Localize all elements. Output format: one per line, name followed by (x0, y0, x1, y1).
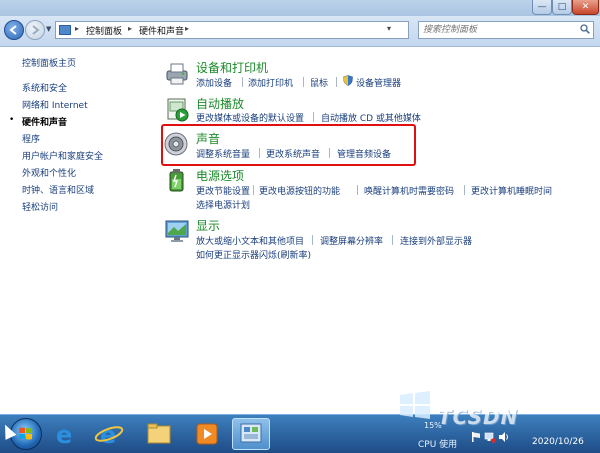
sidebar-item-appearance[interactable]: 外观和个性化 (22, 166, 76, 179)
link-device-manager[interactable]: 设备管理器 (356, 76, 401, 89)
media-player-icon (196, 423, 218, 445)
link-change-power-saving[interactable]: 更改节能设置 (196, 184, 250, 197)
link-fix-flicker[interactable]: 如何更正显示器闪烁(刷新率) (196, 248, 311, 261)
control-panel-icon (240, 423, 262, 443)
chevron-down-icon[interactable]: ▾ (387, 24, 391, 33)
category-title-devices-printers[interactable]: 设备和打印机 (196, 59, 268, 76)
arrow-right-icon (32, 25, 40, 35)
printer-icon[interactable] (164, 60, 190, 86)
link-change-sleep-time[interactable]: 更改计算机睡眠时间 (471, 184, 552, 197)
cpu-percent: 15% (424, 421, 442, 430)
clock-date[interactable]: 2020/10/26 (532, 437, 584, 447)
battery-icon[interactable] (164, 167, 190, 193)
bullet-icon: • (9, 115, 15, 125)
minimize-button[interactable]: — (532, 0, 552, 15)
chevron-right-icon[interactable]: ▸ (75, 24, 79, 33)
link-adjust-resolution[interactable]: 调整屏幕分辨率 (320, 234, 383, 247)
chevron-right-icon[interactable]: ▸ (128, 24, 132, 33)
sidebar-item-home[interactable]: 控制面板主页 (22, 56, 76, 69)
watermark-brand: TCSDN (438, 405, 519, 429)
sidebar-item-system-security[interactable]: 系统和安全 (22, 81, 67, 94)
sidebar-item-user-accounts[interactable]: 用户帐户和家庭安全 (22, 149, 103, 162)
maximize-button[interactable]: □ (552, 0, 572, 15)
highlight-box (161, 124, 416, 166)
taskbar-media-player[interactable] (188, 418, 226, 450)
search-box (418, 21, 594, 39)
category-title-autoplay[interactable]: 自动播放 (196, 95, 244, 112)
autoplay-icon[interactable] (164, 96, 190, 122)
link-divider (253, 185, 254, 195)
back-button[interactable] (4, 20, 24, 40)
sidebar-item-clock-region[interactable]: 时钟、语言和区域 (22, 183, 94, 196)
chevron-right-icon[interactable]: ▸ (185, 24, 189, 33)
link-add-printer[interactable]: 添加打印机 (248, 76, 293, 89)
taskbar-control-panel[interactable] (232, 418, 270, 450)
sidebar: 控制面板主页 系统和安全 网络和 Internet • 硬件和声音 程序 用户帐… (0, 47, 150, 400)
breadcrumb-hardware-sound[interactable]: 硬件和声音 (139, 24, 184, 37)
link-change-media-defaults[interactable]: 更改媒体或设备的默认设置 (196, 111, 304, 124)
recent-pages-dropdown[interactable]: ▼ (46, 25, 51, 33)
network-icon[interactable] (484, 431, 496, 443)
taskbar-ie[interactable]: e (90, 418, 128, 450)
category-title-power-options[interactable]: 电源选项 (196, 167, 244, 184)
folder-icon (147, 423, 171, 444)
link-divider (464, 185, 465, 195)
link-power-button-function[interactable]: 更改电源按钮的功能 (259, 184, 340, 197)
internet-explorer-icon: e (94, 421, 124, 449)
link-divider (357, 185, 358, 195)
cpu-label: CPU 使用 (418, 440, 458, 450)
control-panel-icon (59, 25, 71, 35)
sidebar-item-ease-of-access[interactable]: 轻松访问 (22, 200, 58, 213)
arrow-left-icon (9, 25, 17, 35)
svg-text:e: e (100, 421, 116, 449)
taskbar-explorer[interactable] (140, 418, 178, 450)
link-divider (303, 77, 304, 87)
link-add-device[interactable]: 添加设备 (196, 76, 232, 89)
navigation-bar: ▼ ▸ 控制面板 ▸ 硬件和声音 ▸ ▾ ⟳ (0, 16, 600, 47)
search-icon[interactable] (580, 24, 590, 34)
breadcrumb-control-panel[interactable]: 控制面板 (86, 24, 122, 37)
link-mouse[interactable]: 鼠标 (310, 76, 328, 89)
link-autoplay-cd[interactable]: 自动播放 CD 或其他媒体 (321, 111, 421, 124)
link-connect-external-display[interactable]: 连接到外部显示器 (400, 234, 472, 247)
taskbar-ie-pinned[interactable]: e (46, 418, 84, 450)
volume-icon[interactable] (498, 431, 510, 443)
link-resize-text[interactable]: 放大或缩小文本和其他项目 (196, 234, 304, 247)
link-divider (312, 235, 313, 245)
link-divider (242, 77, 243, 87)
forward-button[interactable] (25, 20, 45, 40)
control-panel-window: — □ ✕ ▼ ▸ 控制面板 ▸ 硬件和声音 ▸ ▾ ⟳ (0, 0, 600, 400)
shield-icon (343, 75, 353, 86)
sidebar-item-programs[interactable]: 程序 (22, 132, 40, 145)
sidebar-item-network[interactable]: 网络和 Internet (22, 98, 88, 111)
internet-explorer-icon: e (56, 421, 72, 449)
link-divider (392, 235, 393, 245)
link-wake-password[interactable]: 唤醒计算机时需要密码 (364, 184, 454, 197)
windows-logo-icon (400, 391, 430, 419)
search-input[interactable] (423, 23, 573, 37)
taskbar: e e TCSDN 15% CPU 使用 2020/10/26 (0, 391, 600, 453)
svg-text:e: e (56, 421, 72, 449)
flag-icon[interactable] (470, 431, 482, 443)
address-bar[interactable]: ▸ 控制面板 ▸ 硬件和声音 ▸ ▾ ⟳ (55, 21, 456, 39)
title-bar: — □ ✕ (0, 0, 600, 16)
link-choose-power-plan[interactable]: 选择电源计划 (196, 198, 250, 211)
sidebar-item-hardware-sound[interactable]: 硬件和声音 (22, 115, 67, 128)
link-divider (313, 112, 314, 122)
category-title-display[interactable]: 显示 (196, 217, 220, 234)
monitor-icon[interactable] (164, 218, 190, 244)
close-button[interactable]: ✕ (572, 0, 599, 15)
link-divider (336, 77, 337, 87)
